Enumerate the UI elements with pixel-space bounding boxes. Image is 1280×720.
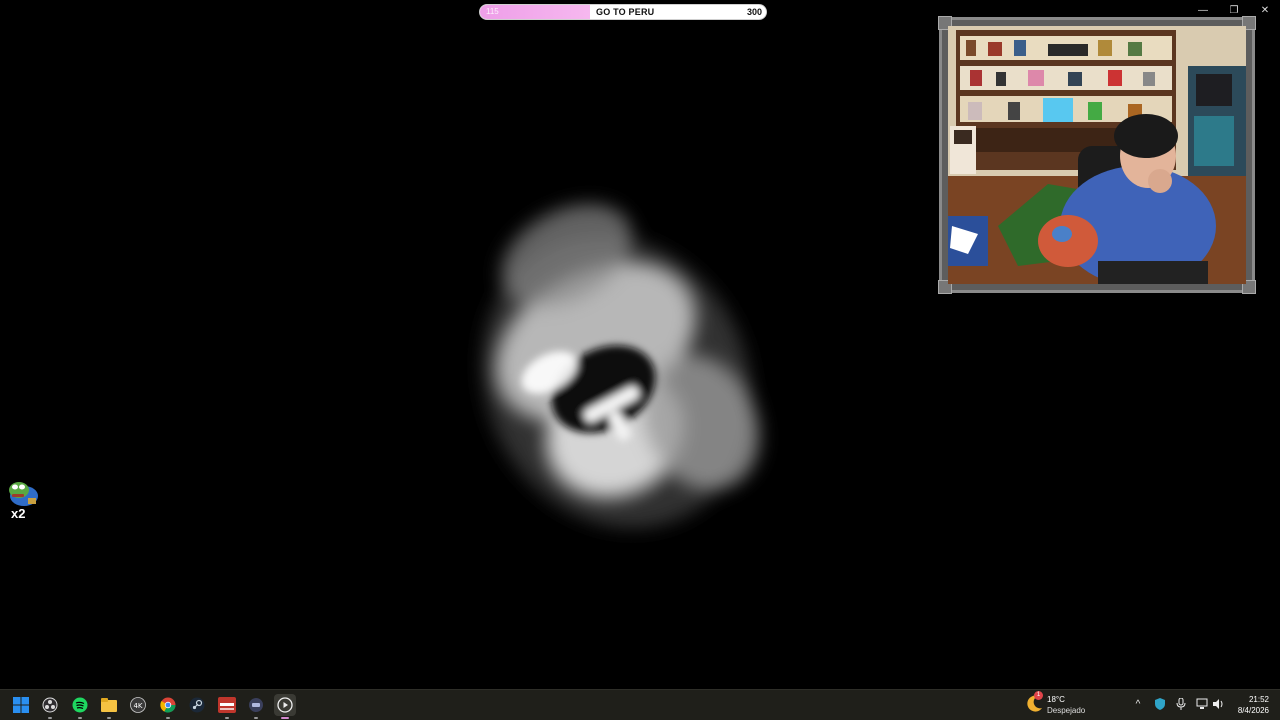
goal-current-value: 115 (486, 7, 499, 16)
4k-downloader-icon[interactable]: 4K (127, 694, 149, 716)
network-icon[interactable] (1195, 697, 1209, 711)
running-indicator (78, 717, 82, 719)
blurred-spinning-image (440, 180, 780, 580)
clock-date: 8/4/2026 (1237, 706, 1269, 715)
media-player-icon[interactable] (274, 694, 296, 719)
running-indicator (48, 717, 52, 719)
app-icon[interactable] (245, 694, 267, 719)
steam-icon[interactable] (186, 694, 208, 716)
system-clock[interactable]: 21:52 8/4/2026 (1238, 694, 1269, 716)
clock-time: 21:52 (1248, 695, 1269, 704)
weather-alert-badge: 1 (1034, 691, 1043, 700)
start-menu-icon[interactable] (10, 694, 32, 716)
goal-label: GO TO PERU (596, 7, 655, 17)
weather-description: Despejado (1047, 706, 1086, 715)
running-indicator (166, 717, 170, 719)
rockstar-launcher-icon[interactable] (216, 694, 238, 719)
goal-target-value: 300 (746, 7, 762, 17)
weather-temperature: 18°C (1047, 695, 1065, 704)
active-indicator (281, 717, 289, 719)
donation-goal-bar: 115 GO TO PERU 300 (479, 4, 767, 20)
weather-widget[interactable]: 1 18°C Despejado (1026, 691, 1085, 718)
minimize-button[interactable]: — (1190, 2, 1216, 18)
emote-count: x2 (11, 506, 26, 521)
running-indicator (254, 717, 258, 719)
volume-icon[interactable] (1211, 697, 1225, 711)
taskbar: 4K 1 18°C Despejado ^ 21:52 8/4/2026 (0, 689, 1280, 720)
file-explorer-icon[interactable] (98, 694, 120, 719)
security-icon[interactable] (1153, 697, 1167, 711)
chevron-up-icon[interactable]: ^ (1131, 697, 1145, 711)
webcam-feed (948, 26, 1246, 284)
microphone-icon[interactable] (1174, 697, 1188, 711)
running-indicator (225, 717, 229, 719)
webcam-frame (938, 16, 1256, 294)
obs-icon[interactable] (39, 694, 61, 719)
chrome-icon[interactable] (157, 694, 179, 719)
svg-text:4K: 4K (133, 702, 142, 710)
spotify-icon[interactable] (69, 694, 91, 719)
running-indicator (107, 717, 111, 719)
